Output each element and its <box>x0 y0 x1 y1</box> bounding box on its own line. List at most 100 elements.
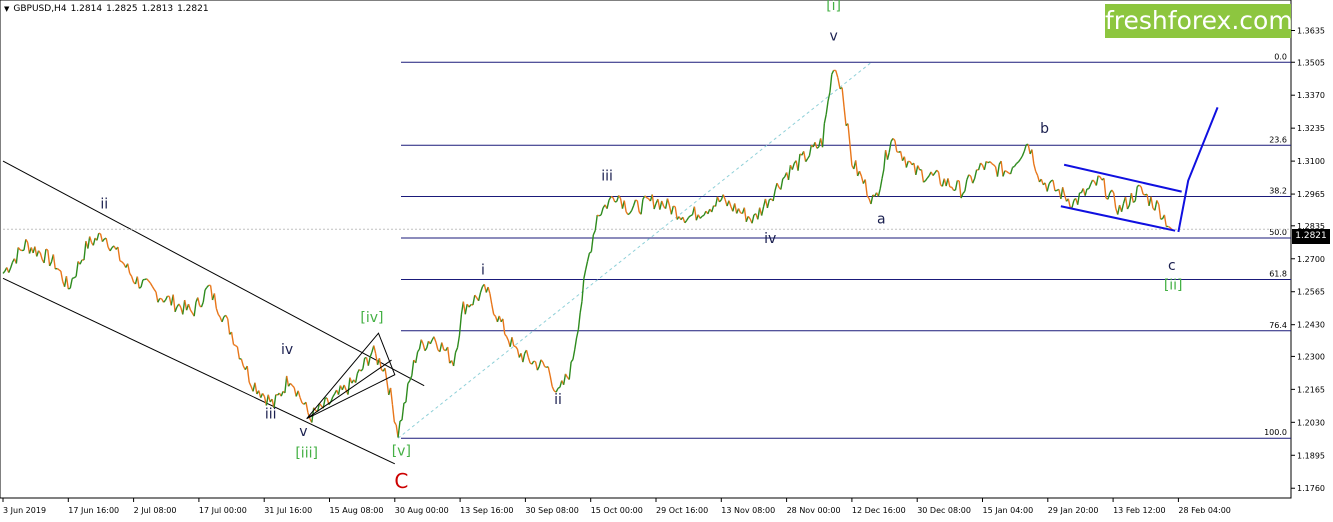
price-segment <box>19 249 23 252</box>
y-tick-label: 1.3235 <box>1297 124 1325 133</box>
price-segment <box>98 232 101 235</box>
x-tick-label: 3 Jun 2019 <box>3 506 46 515</box>
wave-label-3: iii <box>265 407 277 423</box>
price-segment <box>690 214 693 217</box>
fib-label-0.0: 0.0 <box>1274 52 1287 61</box>
price-segment <box>896 151 899 153</box>
x-tick-label: 15 Aug 08:00 <box>330 506 384 515</box>
x-tick-label: 15 Oct 00:00 <box>591 506 643 515</box>
wave-label-11: ii <box>554 392 562 408</box>
symbol-label: GBPUSD,H4 <box>13 4 67 14</box>
x-tick-label: 17 Jun 16:00 <box>68 506 119 515</box>
x-tick-label: 13 Sep 16:00 <box>460 506 513 515</box>
y-tick-label: 1.2165 <box>1297 385 1325 394</box>
price-segment <box>1142 193 1146 196</box>
time-axis[interactable]: 3 Jun 2019 17 Jun 16:00 2 Jul 08:00 17 Jul … <box>2 498 1231 515</box>
y-tick-label: 1.1760 <box>1297 484 1325 493</box>
price-segment <box>701 214 705 217</box>
y-tick-label: 1.2300 <box>1297 352 1325 361</box>
wave-label-10: i <box>481 263 485 279</box>
x-tick-label: 31 Jul 16:00 <box>264 506 312 515</box>
high-price: 1.2825 <box>106 4 138 14</box>
fib-label-23.6: 23.6 <box>1269 135 1287 144</box>
x-tick-label: 28 Nov 00:00 <box>787 506 841 515</box>
close-price: 1.2821 <box>177 4 209 14</box>
current-price-marker: 1.2821 <box>1292 229 1330 244</box>
y-tick-label: 1.2965 <box>1297 190 1325 199</box>
price-segment <box>403 401 407 404</box>
price-segment <box>399 419 403 422</box>
price-segment <box>544 365 547 368</box>
y-tick-label: 1.3505 <box>1297 58 1325 67</box>
price-segment <box>138 286 142 289</box>
price-segment <box>533 360 536 363</box>
x-tick-label: 17 Jul 00:00 <box>199 506 247 515</box>
wave-label-15: b <box>1040 121 1049 137</box>
x-tick-label: 29 Jan 20:00 <box>1048 506 1099 515</box>
wave-label-7: [iv] <box>360 310 383 326</box>
low-price: 1.2813 <box>141 4 174 14</box>
y-tick-label: 1.3100 <box>1297 157 1325 166</box>
price-segment <box>635 199 638 202</box>
wave-label-0: [i] <box>826 0 841 14</box>
price-segment <box>1097 175 1101 178</box>
x-tick-label: 13 Nov 08:00 <box>721 506 775 515</box>
x-tick-label: 30 Dec 08:00 <box>917 506 971 515</box>
y-tick-label: 1.3370 <box>1297 91 1325 100</box>
price-segment <box>1004 170 1008 173</box>
wave-label-16: c <box>1168 258 1176 274</box>
x-tick-label: 2 Jul 08:00 <box>134 506 177 515</box>
fib-label-100.0: 100.0 <box>1264 428 1287 437</box>
price-segment <box>1167 225 1171 229</box>
x-tick-label: 13 Feb 12:00 <box>1113 506 1165 515</box>
price-segment <box>610 196 614 199</box>
fib-label-61.8: 61.8 <box>1269 270 1287 279</box>
price-segment <box>119 260 123 263</box>
wave-label-4: iv <box>281 342 293 358</box>
x-tick-label: 12 Dec 16:00 <box>852 506 906 515</box>
price-segment <box>513 345 516 348</box>
x-tick-label: 30 Sep 08:00 <box>525 506 578 515</box>
y-tick-label: 1.1895 <box>1297 451 1325 460</box>
plot-frame <box>0 0 1292 499</box>
x-tick-label: 15 Jan 04:00 <box>983 506 1034 515</box>
price-segment <box>614 200 618 203</box>
wave-label-6: [iii] <box>295 446 318 462</box>
wave-label-14: a <box>877 211 886 227</box>
wave-label-13: iv <box>764 231 776 247</box>
y-tick-label: 1.2430 <box>1297 321 1325 330</box>
y-tick-label: 1.2700 <box>1297 255 1325 264</box>
y-tick-label: 1.2030 <box>1297 418 1325 427</box>
price-segment <box>71 277 75 280</box>
x-tick-label: 28 Feb 04:00 <box>1178 506 1230 515</box>
wave-label-5: v <box>299 424 307 440</box>
price-segment <box>68 287 71 290</box>
chart-area[interactable]: 0.023.638.250.061.876.4100.0 [i]viiiiiiv… <box>0 0 1333 522</box>
freshforex-logo: freshforex.com <box>1105 4 1293 38</box>
x-tick-label: 30 Aug 00:00 <box>395 506 449 515</box>
wave-label-17: [ii] <box>1164 277 1183 293</box>
price-segment <box>596 214 600 217</box>
chart-window: 0.0 23.6 38.2 50.0 61.8 76.4 100.0 [i] v ii iii iv… <box>0 0 1333 522</box>
price-segment <box>557 386 561 389</box>
wave-label-8: [v] <box>392 443 411 459</box>
wave-label-12: iii <box>601 169 613 185</box>
open-price: 1.2814 <box>70 4 103 14</box>
fib-label-76.4: 76.4 <box>1269 321 1287 330</box>
wave-label-1: v <box>829 28 837 44</box>
dropdown-triangle-icon[interactable]: ▼ <box>4 5 9 13</box>
price-segment <box>598 214 602 217</box>
price-segment <box>673 205 676 208</box>
x-tick-label: 29 Oct 16:00 <box>656 506 708 515</box>
price-axis[interactable]: 1.36351.35051.33701.32351.31001.29651.28… <box>1291 27 1325 494</box>
price-segment <box>233 343 236 347</box>
y-tick-label: 1.3635 <box>1297 27 1325 36</box>
wave-label-9: C <box>394 469 408 493</box>
price-segment <box>45 248 49 251</box>
fib-label-38.2: 38.2 <box>1269 187 1287 196</box>
price-segment <box>1012 165 1015 169</box>
price-segment <box>646 197 649 200</box>
wave-label-2: ii <box>100 197 108 213</box>
y-tick-label: 1.2565 <box>1297 288 1325 297</box>
symbol-header: ▼ GBPUSD,H4 1.2814 1.2825 1.2813 1.2821 <box>4 4 209 14</box>
